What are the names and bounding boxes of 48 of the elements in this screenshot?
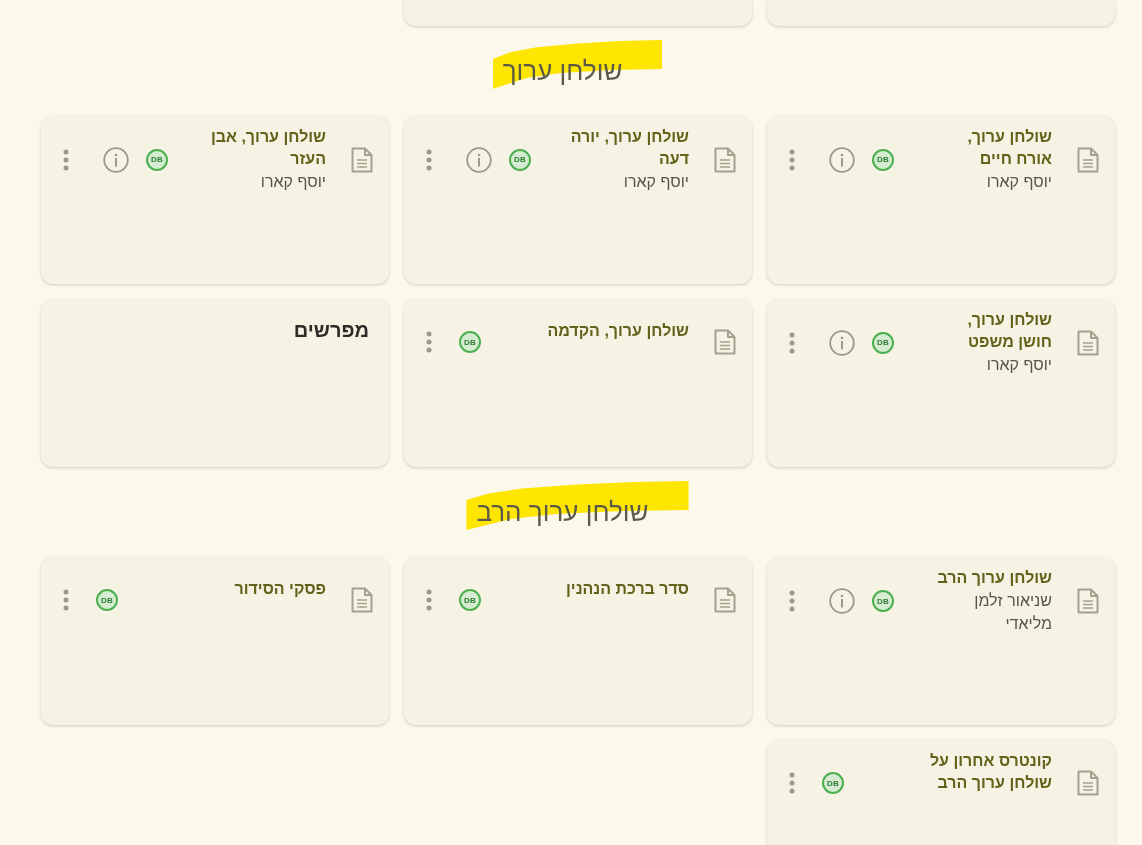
document-icon <box>714 587 736 613</box>
document-icon <box>351 146 373 173</box>
book-author: יוסף קארו <box>985 355 1052 375</box>
document-icon <box>1077 770 1099 796</box>
source-badge: DB <box>872 590 894 612</box>
source-badge: DB <box>459 331 481 353</box>
book-title: שולחן ערוך הרב <box>936 568 1052 588</box>
book-title: שולחן ערוך, חושן משפט <box>966 310 1052 352</box>
book-title: קונטרס אחרון על שולחן ערוך הרב <box>928 751 1052 793</box>
book-author: שניאור זלמן מליאדי <box>973 591 1052 634</box>
info-icon <box>466 146 492 173</box>
more-icon <box>426 331 432 353</box>
info-icon <box>829 146 855 173</box>
document-icon <box>1077 329 1099 356</box>
source-badge: DB <box>146 148 168 171</box>
more-icon <box>63 148 69 171</box>
more-icon <box>789 331 795 354</box>
book-title: שולחן ערוך, יורה דעה <box>569 127 689 169</box>
info-icon <box>829 329 855 356</box>
source-badge: DB <box>459 589 481 611</box>
source-badge: DB <box>872 331 894 354</box>
info-icon <box>103 146 129 173</box>
document-icon <box>1077 146 1099 173</box>
more-icon <box>426 589 432 611</box>
document-icon <box>1077 588 1099 614</box>
document-icon <box>351 587 373 613</box>
more-icon <box>789 148 795 171</box>
category-title: מפרשים <box>292 318 370 343</box>
more-icon <box>63 589 69 611</box>
more-icon <box>426 148 432 171</box>
document-icon <box>714 329 736 355</box>
info-icon <box>829 588 855 614</box>
more-icon <box>789 772 795 794</box>
book-title: פסקי הסידור <box>233 579 326 599</box>
book-title: סדר ברכת הנהנין <box>565 579 689 599</box>
source-badge: DB <box>872 148 894 171</box>
book-title: שולחן ערוך, אבן העזר <box>209 127 326 169</box>
document-icon <box>714 146 736 173</box>
source-badge: DB <box>96 589 118 611</box>
book-title: שולחן ערוך, אורח חיים <box>966 127 1052 169</box>
book-title: שולחן ערוך, הקדמה <box>546 321 689 341</box>
source-badge: DB <box>822 772 844 794</box>
more-icon <box>789 590 795 612</box>
category-card[interactable]: מפרשים <box>41 299 389 467</box>
book-author: יוסף קארו <box>622 172 689 192</box>
source-badge: DB <box>509 148 531 171</box>
book-author: יוסף קארו <box>259 172 326 192</box>
book-author: יוסף קארו <box>985 172 1052 192</box>
